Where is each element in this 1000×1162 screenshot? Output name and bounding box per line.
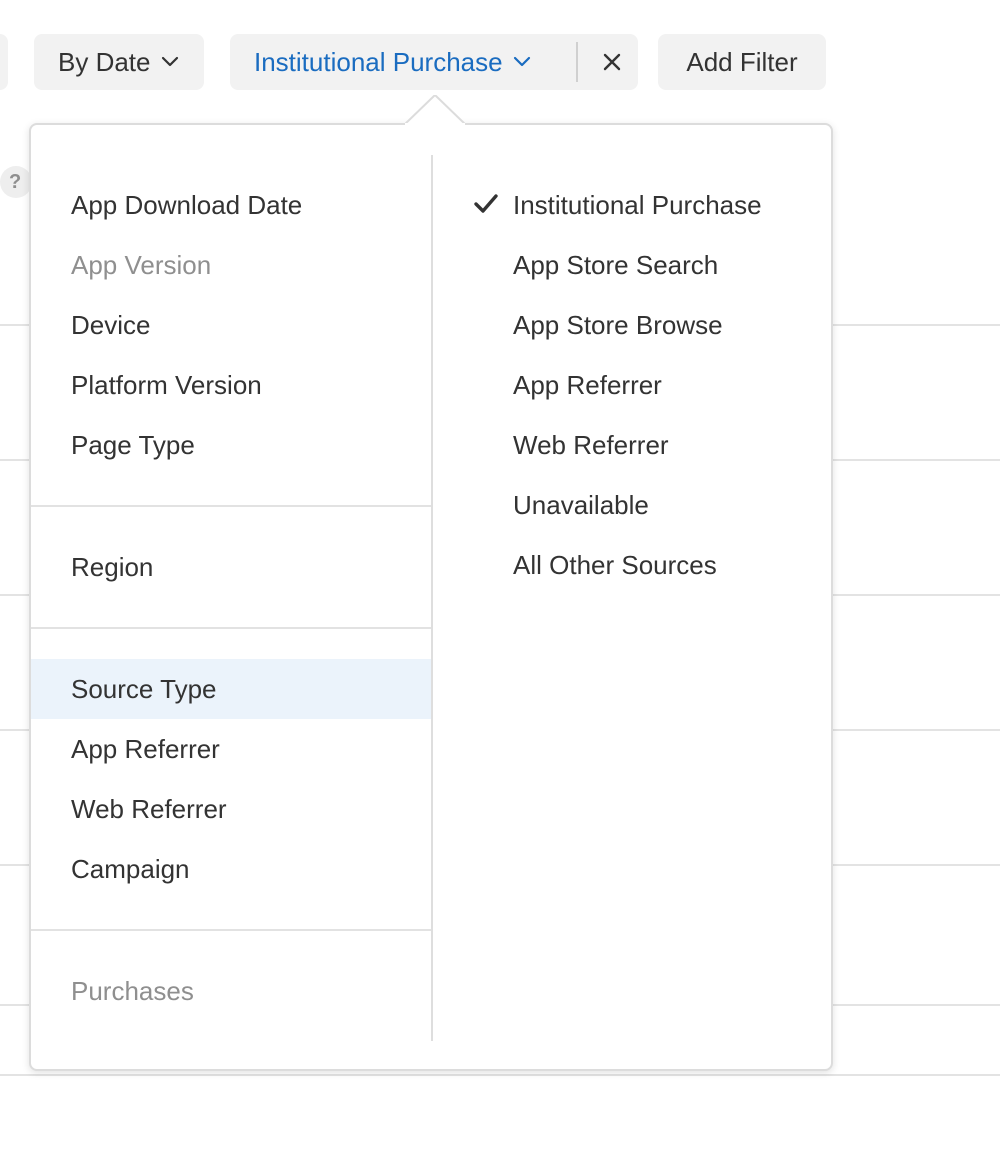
value-item-all-other-sources[interactable]: All Other Sources [433, 535, 831, 595]
menu-item-region[interactable]: Region [31, 537, 431, 597]
menu-item-campaign[interactable]: Campaign [31, 839, 431, 899]
value-item-web-referrer[interactable]: Web Referrer [433, 415, 831, 475]
help-icon[interactable]: ? [0, 166, 32, 198]
close-icon[interactable] [592, 42, 632, 82]
value-item-label: Web Referrer [513, 429, 669, 460]
section-divider [31, 929, 431, 931]
by-date-button[interactable]: By Date [34, 34, 204, 90]
chip-divider [576, 42, 578, 82]
menu-item-platform-version[interactable]: Platform Version [31, 355, 431, 415]
by-date-label: By Date [58, 46, 151, 77]
table-row-divider [0, 1074, 1000, 1076]
value-item-label: App Store Browse [513, 309, 723, 340]
chevron-down-icon [513, 56, 531, 68]
section-divider [31, 627, 431, 629]
value-item-app-store-search[interactable]: App Store Search [433, 235, 831, 295]
menu-item-purchases: Purchases [71, 975, 194, 1006]
value-item-label: App Store Search [513, 249, 719, 280]
menu-item-app-download-date[interactable]: App Download Date [31, 175, 431, 235]
value-item-app-referrer[interactable]: App Referrer [433, 355, 831, 415]
source-type-filter-chip[interactable]: Institutional Purchase [230, 34, 638, 90]
popover-arrow [405, 95, 465, 125]
value-item-label: All Other Sources [513, 549, 717, 580]
value-item-label: App Referrer [513, 369, 662, 400]
page: ? By Date Institutional Purchase Add Fil… [0, 0, 1000, 1162]
add-filter-button[interactable]: Add Filter [658, 34, 826, 90]
menu-item-web-referrer[interactable]: Web Referrer [31, 779, 431, 839]
menu-item-device[interactable]: Device [31, 295, 431, 355]
filter-popover: App Download Date App Version Device Pla… [29, 123, 833, 1071]
value-item-label: Unavailable [513, 489, 649, 520]
filter-chip-label: Institutional Purchase [254, 46, 503, 77]
menu-item-page-type[interactable]: Page Type [31, 415, 431, 475]
checkmark-icon [474, 194, 498, 213]
value-item-institutional-purchase[interactable]: Institutional Purchase [433, 175, 831, 235]
value-item-app-store-browse[interactable]: App Store Browse [433, 295, 831, 355]
section-divider [31, 505, 431, 507]
menu-item-source-type[interactable]: Source Type [31, 659, 431, 719]
value-item-unavailable[interactable]: Unavailable [433, 475, 831, 535]
previous-filter-button[interactable] [0, 34, 8, 90]
chevron-down-icon [161, 56, 179, 68]
menu-item-app-version: App Version [71, 249, 212, 280]
value-item-label: Institutional Purchase [513, 189, 762, 220]
menu-item-app-referrer[interactable]: App Referrer [31, 719, 431, 779]
